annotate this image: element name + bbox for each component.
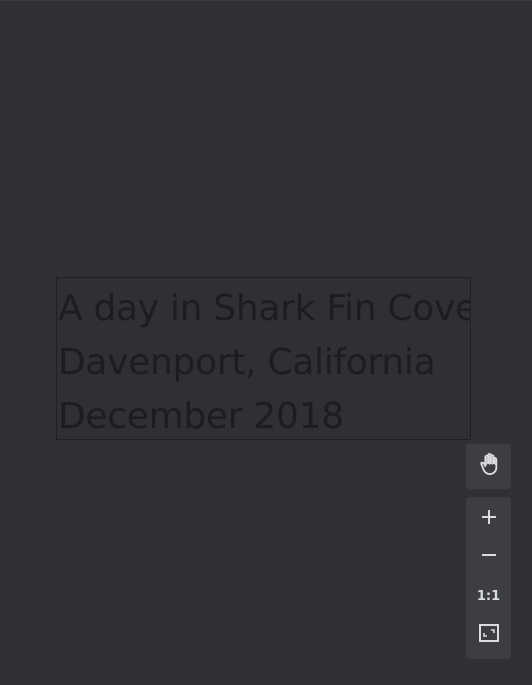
fit-to-screen-icon — [478, 623, 499, 647]
actual-size-button[interactable]: 1:1 — [466, 577, 511, 615]
canvas[interactable]: A day in Shark Fin Cove Davenport, Calif… — [0, 0, 532, 685]
plus-icon — [481, 509, 497, 530]
text-line-location: Davenport, California — [58, 342, 436, 383]
hand-icon — [478, 453, 500, 480]
text-object[interactable]: A day in Shark Fin Cove Davenport, Calif… — [56, 277, 471, 440]
actual-size-label: 1:1 — [476, 588, 501, 604]
zoom-in-button[interactable] — [466, 500, 511, 538]
top-divider — [0, 0, 532, 1]
text-line-title: A day in Shark Fin Cove — [58, 288, 471, 329]
zoom-out-button[interactable] — [466, 538, 511, 576]
fit-to-screen-button[interactable] — [466, 616, 511, 654]
text-line-date: December 2018 — [58, 396, 344, 437]
pan-tool-button[interactable] — [466, 444, 511, 489]
minus-icon — [481, 547, 497, 568]
zoom-controls: 1:1 — [466, 497, 511, 659]
